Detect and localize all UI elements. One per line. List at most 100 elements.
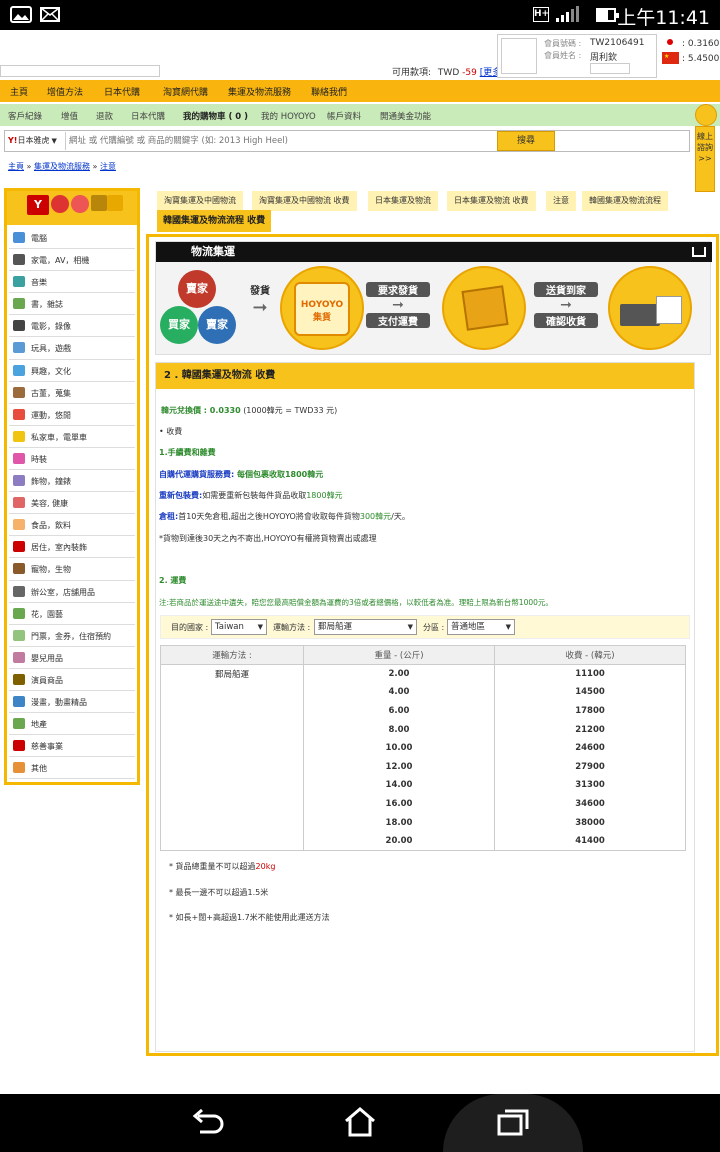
rate-jp: : 0.3160: [682, 39, 720, 49]
sidebar-category[interactable]: 書，雜誌: [9, 293, 135, 316]
subnav-cart[interactable]: 我的購物車 ( 0 ): [183, 110, 248, 122]
sidebar-category[interactable]: 嬰兒用品: [9, 647, 135, 669]
yahoo-logo-icon: Y: [27, 195, 49, 215]
subnav-japan-buy[interactable]: 日本代購: [131, 110, 165, 122]
row-fee: 11100: [494, 664, 686, 684]
back-icon[interactable]: [190, 1108, 224, 1138]
row-weight: 20.00: [303, 831, 495, 851]
fees-subheading: 1.手續費和雜費: [159, 448, 216, 457]
nav-taobao[interactable]: 淘寶網代購: [163, 85, 208, 98]
breadcrumb-current[interactable]: 注意: [100, 162, 116, 171]
nav-japan-buy[interactable]: 日本代購: [104, 85, 140, 98]
sidebar-category[interactable]: 玩具，遊戲: [9, 337, 135, 360]
category-list: 電腦 家電，AV，相機 音樂 書，雜誌 電影，錄像玩具，遊戲興趣，文化 古董，蒐集 運動，悠…: [9, 227, 135, 780]
home-icon: [656, 296, 682, 324]
hoyoyo-hub-circle: HOYOYO 集貨: [280, 266, 364, 350]
sidebar-category[interactable]: 寵物，生物: [9, 558, 135, 581]
table-row: 4.00 14500: [160, 683, 686, 702]
category-sidebar: Y 電腦 家電，AV，相機 音樂 書，雜誌 電影，錄像玩具，遊戲興趣，文化 古董，蒐集 運動…: [4, 188, 140, 785]
sidebar-category[interactable]: 花，園藝: [9, 603, 135, 625]
length-limit-note: * 最長一邊不可以超過1.5米: [169, 888, 269, 897]
sidebar-category[interactable]: 電影，錄像: [9, 315, 135, 338]
search-input[interactable]: [69, 133, 494, 149]
mail-icon: [40, 7, 60, 22]
shipping-filter: 目的國家 : Taiwan ▼ 運輸方法 : 郵局船運 ▼ 分區 : 普通地區 ▼: [160, 615, 690, 639]
sidebar-category[interactable]: 辦公室，店舖用品: [9, 581, 135, 603]
category-icon: [13, 320, 25, 332]
category-label: 慈善事業: [31, 742, 63, 752]
table-row: 6.00 17800: [160, 701, 686, 721]
sidebar-category[interactable]: 居住，室內裝飾: [9, 536, 135, 559]
category-icon: [13, 298, 25, 310]
breadcrumb: 主頁 » 集運及物流服務 » 注意: [8, 162, 116, 171]
smiley-icon: [695, 104, 717, 126]
row-weight: 12.00: [303, 757, 495, 777]
sidebar-category[interactable]: 時裝: [9, 448, 135, 471]
row-fee: 38000: [494, 813, 686, 832]
category-label: 食品，飲料: [31, 521, 71, 531]
sidebar-category[interactable]: 門票，金券，住宿預約: [9, 625, 135, 647]
category-label: 演員商品: [31, 675, 63, 685]
subnav-topup[interactable]: 增值: [61, 110, 78, 122]
category-icon: [13, 762, 25, 774]
sidebar-category[interactable]: 音樂: [9, 271, 135, 294]
tab-taobao-fees[interactable]: 淘寶集運及中國物流 收費: [252, 191, 357, 211]
sidebar-category[interactable]: 興趣，文化: [9, 360, 135, 382]
category-label: 玩具，遊戲: [31, 344, 71, 354]
row-method: [160, 720, 304, 739]
category-label: 寵物，生物: [31, 565, 71, 575]
tab-japan-fees[interactable]: 日本集運及物流 收費: [447, 191, 536, 211]
method-select[interactable]: 郵局船運 ▼: [314, 619, 417, 635]
tab-japan-shipping[interactable]: 日本集運及物流: [368, 191, 438, 211]
sidebar-category[interactable]: 其他: [9, 757, 135, 780]
breadcrumb-section[interactable]: 集運及物流服務: [34, 162, 90, 171]
nav-topup[interactable]: 增值方法: [47, 85, 83, 98]
category-icon: [13, 585, 25, 597]
sidebar-category[interactable]: 演員商品: [9, 669, 135, 691]
online-chat-badge[interactable]: 線上諮詢 >>: [693, 104, 717, 192]
sidebar-category[interactable]: 慈善事業: [9, 735, 135, 758]
sidebar-category[interactable]: 美容, 健康: [9, 492, 135, 515]
package-circle: [442, 266, 526, 350]
sidebar-category[interactable]: 家電，AV，相機: [9, 249, 135, 272]
balance-currency: TWD: [437, 68, 460, 78]
sidebar-category[interactable]: 古董，蒐集: [9, 382, 135, 404]
sidebar-category[interactable]: 飾物，鐘錶: [9, 470, 135, 493]
sidebar-category[interactable]: 食品，飲料: [9, 514, 135, 537]
sidebar-category[interactable]: 電腦: [9, 227, 135, 250]
zone-select[interactable]: 普通地區 ▼: [447, 619, 515, 635]
nav-shipping[interactable]: 集運及物流服務: [228, 85, 291, 98]
fees-content: 2 . 韓國集運及物流 收費 韓元兌換價 : 0.0330 (1000韓元 = …: [155, 362, 695, 1052]
nav-contact[interactable]: 聯絡我們: [311, 85, 347, 98]
recents-icon[interactable]: [497, 1108, 531, 1138]
nav-home[interactable]: 主頁: [10, 85, 28, 98]
subnav-refund[interactable]: 退款: [96, 110, 113, 122]
member-avatar: [501, 38, 537, 74]
site-header: 可用款項: TWD -59 [更多] 會員號碼 : TW2106491 會員姓名…: [0, 30, 720, 80]
home-delivery-circle: [608, 266, 692, 350]
search-button[interactable]: 搜尋: [497, 131, 555, 151]
sidebar-category[interactable]: 漫畫，動畫精品: [9, 691, 135, 714]
tab-taobao-shipping[interactable]: 淘寶集運及中國物流: [157, 191, 243, 211]
subnav-account[interactable]: 帳戶資料: [327, 110, 361, 122]
tab-korea-process[interactable]: 韓國集運及物流流程: [582, 191, 668, 211]
subnav-usd[interactable]: 開通美金功能: [380, 110, 431, 122]
fx-rate: 韓元兌換價 : 0.0330 (1000韓元 = TWD33 元): [161, 406, 338, 415]
search-source-select[interactable]: Y!日本雅虎 ▼: [6, 132, 66, 150]
category-label: 地產: [31, 720, 47, 730]
home-nav-icon[interactable]: [343, 1106, 377, 1138]
country-select[interactable]: Taiwan ▼: [211, 619, 267, 635]
category-label: 私家車，電單車: [31, 432, 87, 442]
row-weight: 14.00: [303, 776, 495, 795]
tab-korea-fees[interactable]: 韓國集運及物流流程 收費: [157, 210, 272, 232]
breadcrumb-home[interactable]: 主頁: [8, 162, 24, 171]
member-panel: 會員號碼 : TW2106491 會員姓名 : 周利欽 ptkchou: [497, 34, 657, 78]
sidebar-category[interactable]: 運動，悠閒: [9, 404, 135, 426]
subnav-records[interactable]: 客戶紀錄: [8, 110, 42, 122]
tab-notice[interactable]: 注意: [546, 191, 576, 211]
col-fee: 收費 - (韓元): [494, 645, 686, 665]
sidebar-category[interactable]: 私家車，電單車: [9, 426, 135, 448]
subnav-my-hoyoyo[interactable]: 我的 HOYOYO: [261, 110, 316, 122]
sidebar-category[interactable]: 地產: [9, 713, 135, 736]
rate-cn: : 5.4500: [682, 54, 720, 64]
